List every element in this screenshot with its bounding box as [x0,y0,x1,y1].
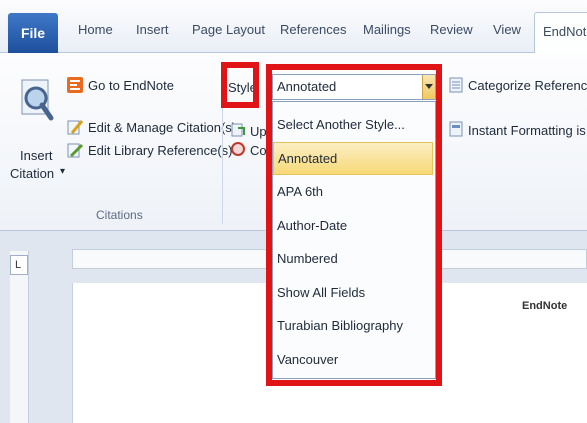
categorize-list-icon [449,77,463,93]
tab-endnote[interactable]: EndNote [534,12,587,53]
tab-selector[interactable]: L [10,255,28,275]
tab-insert[interactable]: Insert [136,22,169,37]
style-dropdown-list: Select Another Style... Annotated APA 6th A… [272,101,436,379]
instant-formatting-label: Instant Formatting is On [468,123,587,138]
style-option[interactable]: Turabian Bibliography [273,309,433,342]
edit-library-icon [67,143,84,158]
style-select[interactable]: Annotated [272,74,436,100]
style-option[interactable]: Annotated [273,141,433,175]
instant-formatting-icon [449,121,463,137]
insert-citation-label-line2: Citation [10,166,55,181]
tab-mailings[interactable]: Mailings [363,22,411,37]
citations-group-label: Citations [96,208,143,222]
style-option[interactable]: APA 6th [273,175,433,208]
tab-file[interactable]: File [8,13,58,53]
endnote-thumbnail-label: EndNote [522,300,568,312]
categorize-references-label: Categorize References [468,78,587,93]
update-label-partial: Upd [250,124,274,139]
style-option[interactable]: Author-Date [273,209,433,242]
tab-stop-icon: L [15,259,22,271]
ribbon-tab-bar: File Home Insert Page Layout References … [0,0,587,53]
go-to-endnote-label: Go to EndNote [88,78,174,93]
tab-page-layout[interactable]: Page Layout [192,22,265,37]
style-selected-value: Annotated [277,79,337,94]
chevron-down-icon [425,84,433,89]
group-separator [222,64,223,224]
style-option[interactable]: Vancouver [273,343,433,376]
style-option[interactable]: Select Another Style... [273,108,433,141]
vertical-ruler [10,251,29,423]
tab-review[interactable]: Review [430,22,473,37]
endnote-logo-icon [67,77,83,93]
chevron-down-icon: ▾ [60,166,66,177]
tab-view[interactable]: View [493,22,521,37]
insert-citation-label-line1: Insert [20,148,53,163]
style-option[interactable]: Numbered [273,242,433,275]
dropdown-arrow-button[interactable] [422,75,435,99]
style-label: Style [228,80,257,95]
style-option[interactable]: Show All Fields [273,276,433,309]
update-icon [231,123,245,137]
edit-manage-label: Edit & Manage Citation(s) [88,120,237,135]
convert-icon [231,142,245,156]
convert-label-partial: Cor [250,143,271,158]
tab-references[interactable]: References [280,22,346,37]
edit-pencil-icon [67,120,84,135]
magnifier-document-icon [21,79,54,121]
tab-home[interactable]: Home [78,22,113,37]
edit-library-label: Edit Library Reference(s) [88,143,233,158]
